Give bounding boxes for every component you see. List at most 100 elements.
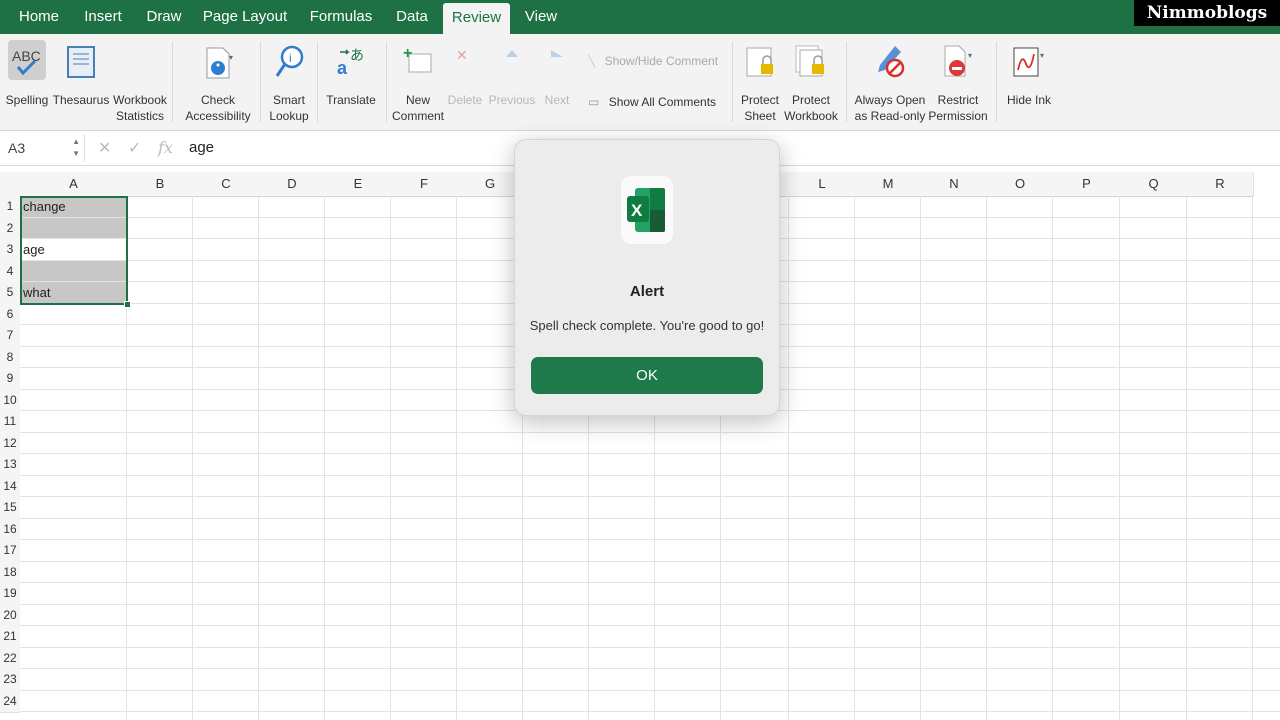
tab-data[interactable]: Data [388, 0, 436, 34]
name-box[interactable]: A3 ▲ ▼ [0, 134, 85, 162]
cancel-icon[interactable]: ✕ [98, 138, 111, 158]
delete-comment-icon: ✕ [448, 44, 482, 80]
row-header-24[interactable]: 24 [0, 690, 20, 713]
next-comment-button[interactable]: Next [538, 34, 576, 130]
row-header-16[interactable]: 16 [0, 518, 20, 541]
workbook-statistics-button[interactable]: Workbook Statistics [112, 34, 168, 130]
dialog-message: Spell check complete. You're good to go! [529, 318, 765, 333]
row-header-6[interactable]: 6 [0, 303, 20, 326]
tab-home[interactable]: Home [10, 0, 68, 34]
tab-view[interactable]: View [516, 0, 566, 34]
always-open-read-only-button[interactable]: Always Open as Read-only [850, 34, 930, 130]
row-header-18[interactable]: 18 [0, 561, 20, 584]
column-header-f[interactable]: F [391, 172, 458, 197]
translate-button[interactable]: aあ Translate [322, 34, 380, 130]
spelling-button[interactable]: ABC Spelling [4, 34, 50, 130]
column-header-e[interactable]: E [325, 172, 392, 197]
row-header-11[interactable]: 11 [0, 411, 20, 434]
new-comment-button[interactable]: + New Comment [390, 34, 446, 130]
ribbon-tab-bar: Home Insert Draw Page Layout Formulas Da… [0, 0, 1280, 34]
insert-function-icon[interactable]: fx [158, 138, 173, 157]
select-all-corner[interactable] [0, 172, 21, 197]
tab-insert[interactable]: Insert [74, 0, 132, 34]
gridline [788, 196, 789, 720]
delete-comment-button[interactable]: ✕ Delete [446, 34, 484, 130]
tab-review[interactable]: Review [443, 3, 510, 34]
ribbon-separator [260, 42, 261, 122]
next-comment-icon [540, 44, 574, 80]
row-header-13[interactable]: 13 [0, 454, 20, 477]
row-header-20[interactable]: 20 [0, 604, 20, 627]
dialog-title: Alert [629, 283, 665, 300]
gridline [854, 196, 855, 720]
column-header-o[interactable]: O [987, 172, 1054, 197]
restrict-permission-button[interactable]: ▾ Restrict Permission [928, 34, 988, 130]
protect-sheet-button[interactable]: Protect Sheet [736, 34, 784, 130]
spell-check-icon: ABC [8, 40, 46, 80]
ribbon-separator [317, 42, 318, 122]
row-header-17[interactable]: 17 [0, 540, 20, 563]
column-header-b[interactable]: B [127, 172, 194, 197]
comment-icon: ╲ [588, 54, 596, 68]
hide-ink-button[interactable]: ▾ Hide Ink [1002, 34, 1056, 130]
column-header-d[interactable]: D [259, 172, 326, 197]
gridline [20, 625, 1280, 626]
gridline [456, 196, 457, 720]
column-header-a[interactable]: A [20, 172, 128, 197]
row-header-7[interactable]: 7 [0, 325, 20, 348]
protect-workbook-button[interactable]: Protect Workbook [784, 34, 838, 130]
row-header-8[interactable]: 8 [0, 346, 20, 369]
row-header-15[interactable]: 15 [0, 497, 20, 520]
tab-formulas[interactable]: Formulas [300, 0, 382, 34]
show-all-comments-button[interactable]: ▭ Show All Comments [588, 95, 716, 109]
svg-text:▾: ▾ [1040, 51, 1044, 60]
protect-workbook-icon [794, 44, 828, 80]
check-accessibility-button[interactable]: ▾ Check Accessibility [182, 34, 254, 130]
row-header-10[interactable]: 10 [0, 389, 20, 412]
column-header-c[interactable]: C [193, 172, 260, 197]
accessibility-icon: ▾ [201, 44, 235, 80]
row-header-22[interactable]: 22 [0, 647, 20, 670]
column-header-m[interactable]: M [855, 172, 922, 197]
gridline [20, 668, 1280, 669]
gridline [20, 517, 1280, 519]
selection-border [20, 196, 128, 305]
gridline [192, 196, 193, 720]
tab-page-layout[interactable]: Page Layout [196, 0, 294, 34]
smart-lookup-button[interactable]: i Smart Lookup [266, 34, 312, 130]
row-header-1[interactable]: 1 [0, 196, 20, 219]
column-header-r[interactable]: R [1187, 172, 1254, 197]
row-header-4[interactable]: 4 [0, 260, 20, 283]
column-header-l[interactable]: L [789, 172, 856, 197]
enter-check-icon[interactable]: ✓ [128, 138, 141, 158]
name-box-stepper-icon[interactable]: ▲ ▼ [72, 136, 80, 160]
tab-draw[interactable]: Draw [138, 0, 190, 34]
row-header-21[interactable]: 21 [0, 626, 20, 649]
gridline [390, 196, 391, 720]
previous-comment-icon [495, 44, 529, 80]
excel-icon-letter: X [631, 201, 643, 220]
gridline [920, 196, 921, 720]
column-header-n[interactable]: N [921, 172, 988, 197]
fill-handle[interactable] [124, 300, 131, 308]
row-header-23[interactable]: 23 [0, 669, 20, 692]
row-header-3[interactable]: 3 [0, 239, 20, 262]
ok-button[interactable]: OK [531, 357, 763, 394]
previous-comment-button[interactable]: Previous [487, 34, 537, 130]
column-header-p[interactable]: P [1053, 172, 1121, 197]
column-header-q[interactable]: Q [1120, 172, 1188, 197]
formula-input[interactable]: age [189, 139, 214, 156]
row-header-9[interactable]: 9 [0, 368, 20, 391]
gridline [20, 689, 1280, 691]
row-header-5[interactable]: 5 [0, 282, 20, 305]
thesaurus-button[interactable]: Thesaurus [52, 34, 110, 130]
row-header-2[interactable]: 2 [0, 217, 20, 240]
gridline [20, 453, 1280, 454]
show-hide-comment-button[interactable]: ╲ Show/Hide Comment [588, 54, 718, 68]
new-comment-icon: + [401, 44, 435, 80]
svg-text:+: + [403, 45, 412, 62]
row-header-14[interactable]: 14 [0, 475, 20, 498]
row-header-12[interactable]: 12 [0, 432, 20, 455]
ribbon-separator [846, 42, 847, 122]
row-header-19[interactable]: 19 [0, 583, 20, 606]
